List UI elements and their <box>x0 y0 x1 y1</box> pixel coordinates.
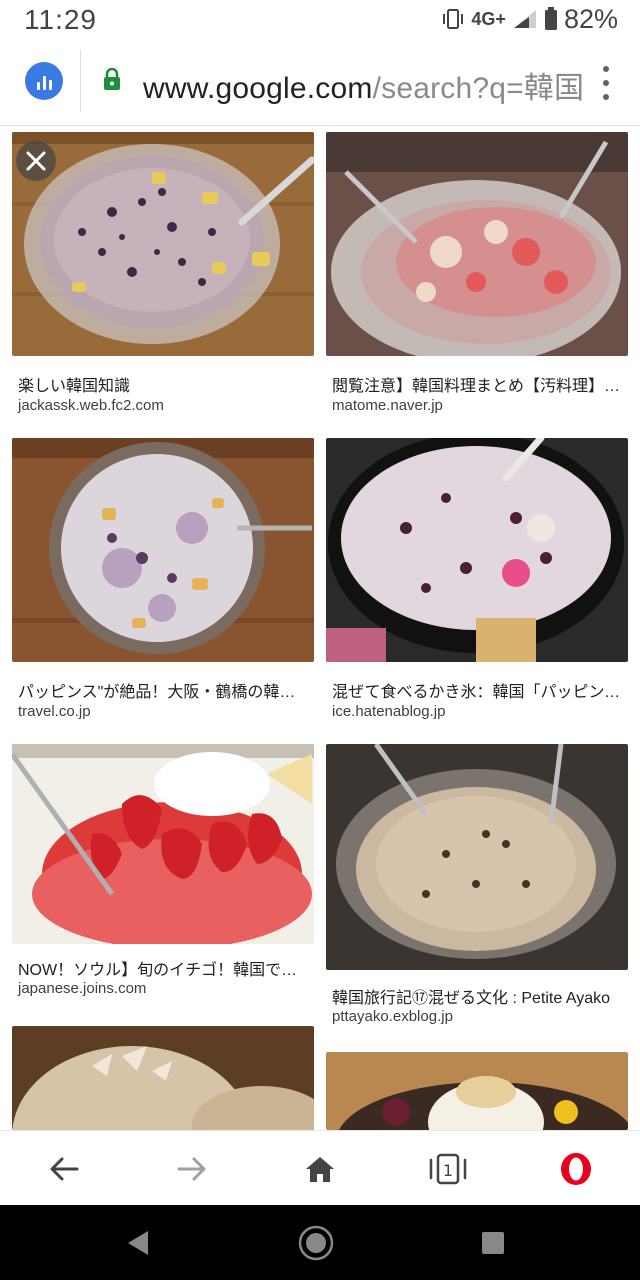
result-domain: pttayako.exblog.jp <box>332 1008 453 1025</box>
result-caption[interactable]: 混ぜて食べるかき氷：韓国「パッピンス」 - ice <box>332 678 624 702</box>
image-results-grid: 楽しい韓国知識 jackassk.web.fc2.com 閲覧注意】韓国料理まと… <box>0 127 640 1130</box>
status-time: 11:29 <box>24 4 97 35</box>
shaved-ice-bowl-image[interactable] <box>326 744 628 970</box>
image-result-card[interactable] <box>326 1052 628 1130</box>
system-recents-icon[interactable] <box>472 1222 514 1264</box>
image-result-card[interactable]: 閲覧注意】韓国料理まとめ【汚料理】 - NAVER まとめ matome.nav… <box>326 132 628 414</box>
result-domain: ice.hatenablog.jp <box>332 703 446 720</box>
tabs-count: 1 <box>443 1161 453 1180</box>
image-result-card[interactable] <box>12 1026 314 1130</box>
status-bar: 11:29 4G+ 82% <box>0 0 640 40</box>
signal-icon <box>513 10 536 28</box>
battery-percent: 82% <box>563 3 618 34</box>
opera-logo-icon[interactable] <box>556 1149 596 1189</box>
system-nav-bar <box>0 1205 640 1280</box>
shaved-ice-bowl-image[interactable] <box>326 132 628 356</box>
image-result-card[interactable]: 楽しい韓国知識 jackassk.web.fc2.com <box>12 132 314 414</box>
url-host: www.google.com <box>143 72 373 105</box>
lock-icon <box>104 67 120 90</box>
vibrate-icon <box>443 9 464 29</box>
shaved-ice-bowl-image[interactable] <box>326 438 628 662</box>
home-icon[interactable] <box>300 1149 340 1189</box>
result-domain: japanese.joins.com <box>18 980 147 997</box>
system-back-icon[interactable] <box>117 1222 159 1264</box>
battery-icon <box>544 7 557 30</box>
forward-arrow-icon[interactable] <box>172 1149 212 1189</box>
image-result-card[interactable]: 混ぜて食べるかき氷：韓国「パッピンス」 - ice ice.hatenablog… <box>326 438 628 720</box>
url-field[interactable]: www.google.com/search?q=韓国+7 <box>143 63 583 107</box>
shaved-ice-bowl-image[interactable] <box>326 1052 628 1130</box>
tabs-icon[interactable]: 1 <box>428 1149 468 1189</box>
result-domain: matome.naver.jp <box>332 397 443 414</box>
image-result-card[interactable]: 韓国旅行記⑰混ぜる文化 : Petite Ayako pttayako.exbl… <box>326 744 628 1034</box>
shaved-ice-bowl-image[interactable] <box>12 438 314 662</box>
browser-toolbar: 1 <box>0 1130 640 1205</box>
shaved-ice-bowl-image[interactable] <box>12 1026 314 1130</box>
close-icon[interactable] <box>16 141 56 181</box>
vertical-dots-icon[interactable] <box>596 66 616 100</box>
network-type: 4G+ <box>471 8 506 29</box>
result-caption[interactable]: 韓国旅行記⑰混ぜる文化 : Petite Ayako <box>332 984 624 1008</box>
back-arrow-icon[interactable] <box>44 1149 84 1189</box>
url-path: /search?q=韓国+7 <box>372 72 583 105</box>
image-result-card[interactable]: NOW！ソウル】旬のイチゴ！韓国で話題のかき氷 japanese.joins.c… <box>12 744 314 1006</box>
address-bar: www.google.com/search?q=韓国+7 <box>0 40 640 126</box>
address-divider <box>80 50 81 112</box>
image-result-card[interactable]: パッピンス"が絶品！大阪・鶴橋の韓国カフェ travel.co.jp <box>12 438 314 720</box>
strawberry-bingsu-image[interactable] <box>12 744 314 944</box>
status-icons: 4G+ 82% <box>441 4 618 34</box>
result-domain: travel.co.jp <box>18 703 91 720</box>
result-caption[interactable]: 楽しい韓国知識 <box>18 372 310 396</box>
bar-chart-icon[interactable] <box>25 62 63 100</box>
result-caption[interactable]: パッピンス"が絶品！大阪・鶴橋の韓国カフェ <box>18 678 310 702</box>
result-caption[interactable]: NOW！ソウル】旬のイチゴ！韓国で話題のかき氷 <box>18 956 310 980</box>
result-caption[interactable]: 閲覧注意】韓国料理まとめ【汚料理】 - NAVER まとめ <box>332 372 624 396</box>
result-domain: jackassk.web.fc2.com <box>18 397 164 414</box>
system-home-icon[interactable] <box>295 1222 337 1264</box>
shaved-ice-bowl-image[interactable] <box>12 132 314 356</box>
